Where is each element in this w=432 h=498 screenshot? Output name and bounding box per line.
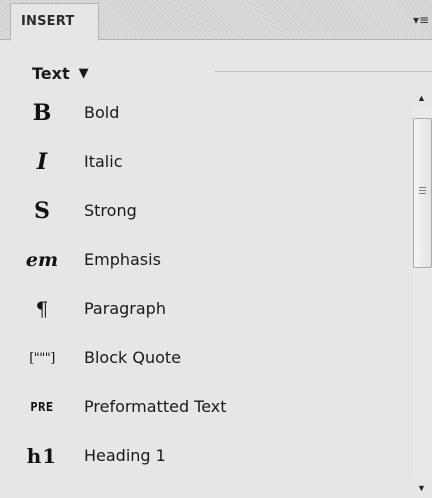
panel-menu-icon[interactable]: ▾≡ xyxy=(410,10,432,30)
insert-item-list: B Bold I Italic S Strong em Emphasis ¶ P… xyxy=(0,88,410,498)
chevron-down-icon: ▼ xyxy=(78,65,89,81)
list-item-heading-1[interactable]: h1 Heading 1 xyxy=(0,431,410,481)
panel-tab-bar: INSERT ▾≡ xyxy=(0,0,432,41)
italic-icon: I xyxy=(36,149,48,175)
list-item-label: Emphasis xyxy=(84,250,161,269)
scroll-thumb[interactable] xyxy=(413,118,432,268)
tab-insert[interactable]: INSERT xyxy=(10,3,99,41)
category-selector[interactable]: Text ▼ xyxy=(32,62,89,84)
list-item-strong[interactable]: S Strong xyxy=(0,186,410,236)
block-quote-icon: ["""] xyxy=(29,350,55,366)
list-item-label: Block Quote xyxy=(84,348,181,367)
list-item-label: Italic xyxy=(84,152,123,171)
list-item-label: Strong xyxy=(84,201,137,220)
heading-1-icon: h1 xyxy=(26,444,58,468)
category-label: Text xyxy=(32,63,70,83)
grip-icon xyxy=(419,187,426,196)
paragraph-icon: ¶ xyxy=(35,297,49,321)
scroll-up-arrow-icon[interactable]: ▲ xyxy=(411,88,432,108)
scroll-track[interactable] xyxy=(413,108,432,478)
insert-panel: INSERT ▾≡ Text ▼ B Bold I Italic S Stron… xyxy=(0,0,432,498)
list-item-label: Bold xyxy=(84,103,120,122)
list-item-paragraph[interactable]: ¶ Paragraph xyxy=(0,284,410,334)
list-item-block-quote[interactable]: ["""] Block Quote xyxy=(0,333,410,383)
vertical-scrollbar[interactable]: ▲ ▼ xyxy=(411,88,432,498)
bold-icon: B xyxy=(32,100,52,126)
list-item-bold[interactable]: B Bold xyxy=(0,88,410,138)
preformatted-icon: PRE xyxy=(30,400,54,414)
list-item-italic[interactable]: I Italic xyxy=(0,137,410,187)
scroll-down-arrow-icon[interactable]: ▼ xyxy=(411,478,432,498)
list-item-label: Paragraph xyxy=(84,299,166,318)
list-item-label: Heading 1 xyxy=(84,446,166,465)
list-item-preformatted-text[interactable]: PRE Preformatted Text xyxy=(0,382,410,432)
emphasis-icon: em xyxy=(25,249,59,271)
list-item-emphasis[interactable]: em Emphasis xyxy=(0,235,410,285)
strong-icon: S xyxy=(34,198,50,224)
list-item-label: Preformatted Text xyxy=(84,397,227,416)
category-divider xyxy=(215,71,432,72)
